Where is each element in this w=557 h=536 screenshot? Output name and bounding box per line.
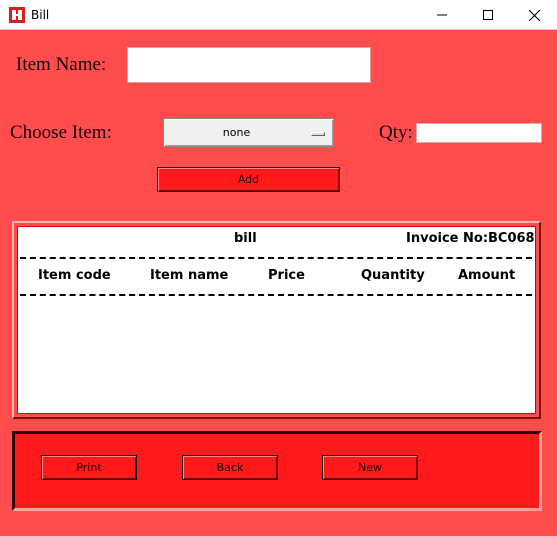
minimize-button[interactable]	[419, 0, 465, 30]
close-icon	[528, 9, 540, 21]
invoice-number: Invoice No:BC068	[406, 231, 535, 246]
minimize-icon	[437, 14, 447, 16]
choose-item-value: none	[222, 126, 251, 139]
qty-label: Qty:	[379, 122, 413, 143]
column-quantity: Quantity	[361, 268, 425, 283]
title-bar: Bill	[0, 0, 557, 30]
header-divider	[20, 294, 532, 296]
item-name-input[interactable]	[127, 47, 371, 83]
close-button[interactable]	[511, 0, 557, 30]
bill-text-area[interactable]: bill Invoice No:BC068 Item code Item nam…	[17, 226, 536, 414]
add-button[interactable]: Add	[157, 167, 340, 192]
top-divider	[20, 257, 532, 259]
choose-item-dropdown[interactable]: none	[163, 118, 334, 147]
new-button[interactable]: New	[322, 455, 418, 480]
print-button[interactable]: Print	[41, 455, 137, 480]
column-amount: Amount	[458, 268, 516, 283]
bill-title: bill	[234, 231, 257, 246]
column-price: Price	[268, 268, 305, 283]
qty-input[interactable]	[416, 123, 542, 143]
maximize-button[interactable]	[465, 0, 511, 30]
dropdown-indicator-icon	[311, 132, 325, 136]
maximize-icon	[483, 10, 493, 20]
column-item-code: Item code	[38, 268, 111, 283]
app-icon	[9, 7, 25, 23]
column-item-name: Item name	[150, 268, 229, 283]
item-name-label: Item Name:	[16, 54, 107, 75]
window-title: Bill	[31, 8, 50, 22]
choose-item-label: Choose Item:	[10, 122, 112, 143]
back-button[interactable]: Back	[182, 455, 278, 480]
